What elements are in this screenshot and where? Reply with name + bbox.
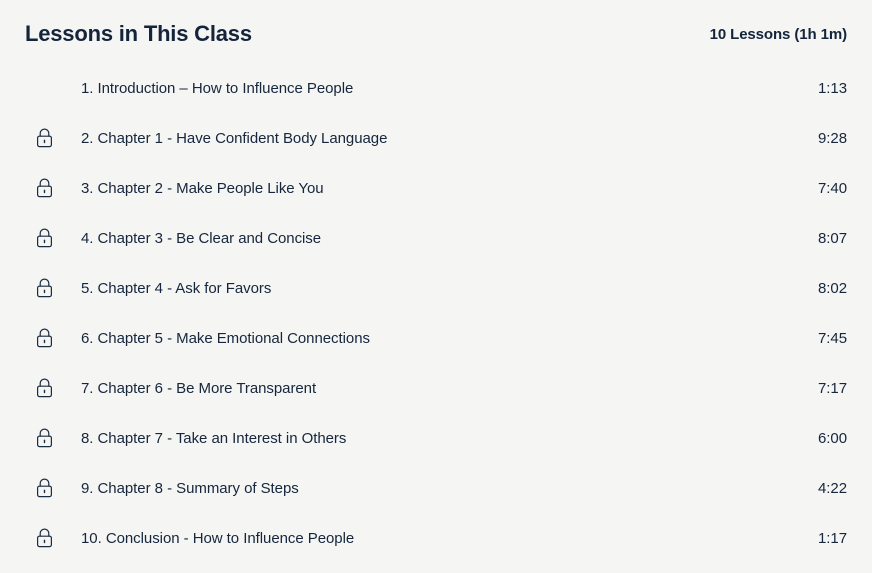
lesson-duration: 1:17 [818,529,847,547]
lock-icon [36,128,53,148]
lock-icon [36,278,53,298]
lesson-title[interactable]: 6. Chapter 5 - Make Emotional Connection… [59,330,799,347]
lock-icon [36,328,53,348]
lesson-row[interactable]: 6. Chapter 5 - Make Emotional Connection… [0,313,872,363]
lessons-header: Lessons in This Class 10 Lessons (1h 1m) [0,17,872,51]
lesson-list: 1. Introduction – How to Influence Peopl… [0,63,872,563]
lesson-row[interactable]: 9. Chapter 8 - Summary of Steps 4:22 [0,463,872,513]
lesson-row[interactable]: 7. Chapter 6 - Be More Transparent 7:17 [0,363,872,413]
lesson-title[interactable]: 2. Chapter 1 - Have Confident Body Langu… [59,130,799,147]
lesson-count-summary: 10 Lessons (1h 1m) [709,25,848,43]
lesson-lock-cell [25,313,59,363]
lesson-row[interactable]: 8. Chapter 7 - Take an Interest in Other… [0,413,872,463]
lesson-row[interactable]: 5. Chapter 4 - Ask for Favors 8:02 [0,263,872,313]
lesson-title[interactable]: 1. Introduction – How to Influence Peopl… [59,80,799,97]
lesson-row[interactable]: 2. Chapter 1 - Have Confident Body Langu… [0,113,872,163]
lesson-row[interactable]: 10. Conclusion - How to Influence People… [0,513,872,563]
lesson-duration: 6:00 [818,429,847,447]
page-title: Lessons in This Class [25,21,252,46]
lesson-lock-cell [25,363,59,413]
lesson-lock-cell [25,113,59,163]
lesson-lock-cell [25,63,59,113]
lesson-lock-cell [25,263,59,313]
lesson-duration: 4:22 [818,479,847,497]
lesson-lock-cell [25,163,59,213]
lesson-title[interactable]: 10. Conclusion - How to Influence People [59,530,799,547]
lesson-lock-cell [25,513,59,563]
lesson-duration: 8:02 [818,279,847,297]
lock-icon [36,228,53,248]
lock-icon [36,378,53,398]
lock-icon [36,428,53,448]
lesson-lock-cell [25,413,59,463]
lesson-duration: 7:45 [818,329,847,347]
lesson-row[interactable]: 3. Chapter 2 - Make People Like You 7:40 [0,163,872,213]
lock-icon [36,178,53,198]
lesson-duration: 9:28 [818,129,847,147]
lesson-title[interactable]: 5. Chapter 4 - Ask for Favors [59,280,799,297]
lesson-duration: 1:13 [818,79,847,97]
lesson-row[interactable]: 4. Chapter 3 - Be Clear and Concise 8:07 [0,213,872,263]
lesson-duration: 7:17 [818,379,847,397]
lock-icon [36,528,53,548]
lesson-lock-cell [25,213,59,263]
lesson-title[interactable]: 4. Chapter 3 - Be Clear and Concise [59,230,799,247]
lessons-panel: Lessons in This Class 10 Lessons (1h 1m)… [0,0,872,573]
lesson-lock-cell [25,463,59,513]
lesson-duration: 8:07 [818,229,847,247]
lock-icon [36,478,53,498]
lesson-row[interactable]: 1. Introduction – How to Influence Peopl… [0,63,872,113]
lesson-title[interactable]: 8. Chapter 7 - Take an Interest in Other… [59,430,799,447]
lesson-duration: 7:40 [818,179,847,197]
lesson-title[interactable]: 7. Chapter 6 - Be More Transparent [59,380,799,397]
lesson-title[interactable]: 3. Chapter 2 - Make People Like You [59,180,799,197]
lesson-title[interactable]: 9. Chapter 8 - Summary of Steps [59,480,799,497]
